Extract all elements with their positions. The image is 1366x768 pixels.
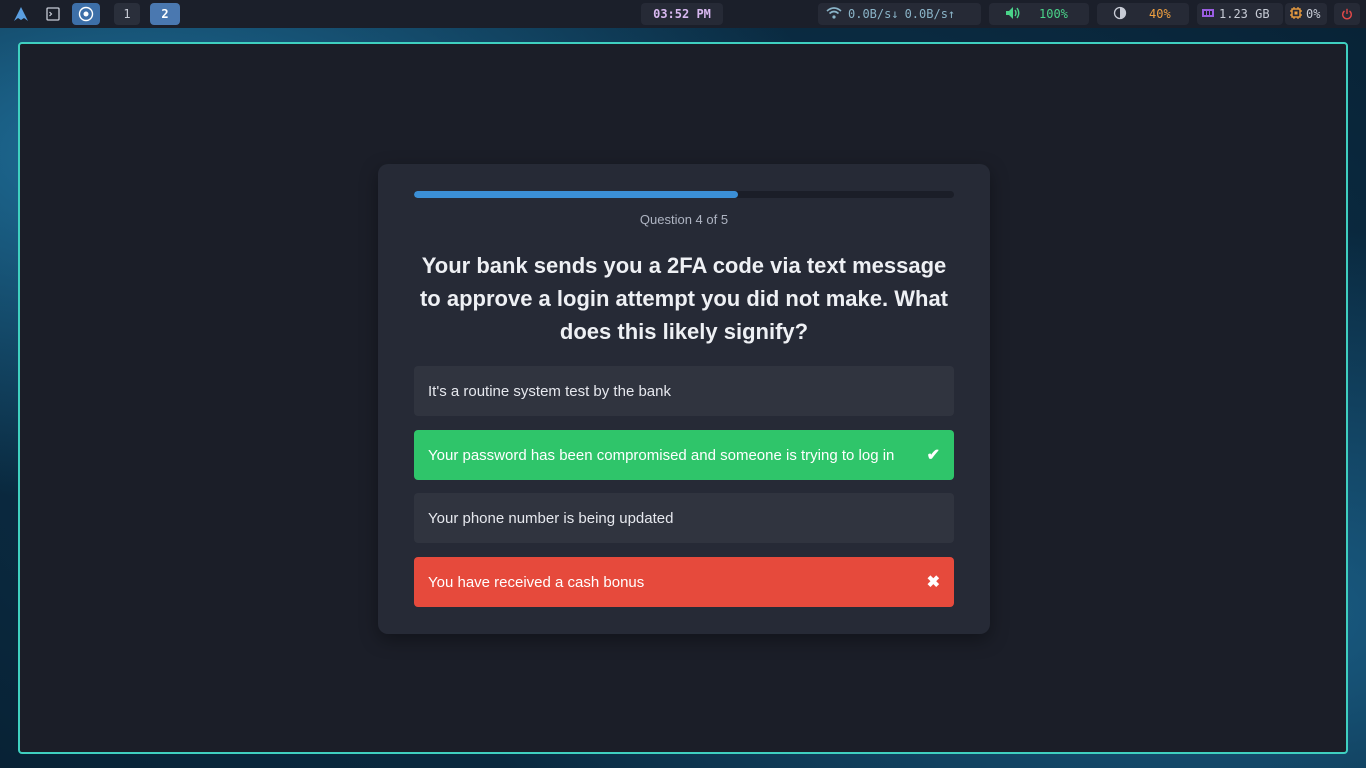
app-window: Question 4 of 5 Your bank sends you a 2F… (18, 42, 1348, 754)
volume-value: 100% (1039, 7, 1068, 21)
progress-bar (414, 191, 954, 198)
brightness-widget[interactable]: 40% (1097, 3, 1189, 25)
question-text: Your bank sends you a 2FA code via text … (419, 253, 949, 344)
network-widget[interactable]: 0.0B/s↓ 0.0B/s↑ (818, 3, 981, 25)
memory-value: 1.23 GB (1219, 7, 1270, 21)
answer-label: Your phone number is being updated (428, 509, 674, 527)
terminal-icon[interactable] (40, 3, 66, 25)
top-bar: 1 2 03:52 PM 0.0B/s↓ 0.0B/s↑ 100% 40% 1.… (0, 0, 1366, 28)
memory-icon (1201, 7, 1215, 22)
workspace-1[interactable]: 1 (114, 3, 140, 25)
memory-widget[interactable]: 1.23 GB (1197, 3, 1283, 25)
net-down: 0.0B/s↓ (848, 7, 899, 21)
brightness-value: 40% (1149, 7, 1171, 21)
cpu-widget[interactable]: 0% (1285, 3, 1327, 25)
app-icon[interactable] (72, 3, 100, 25)
power-icon[interactable] (1334, 3, 1360, 25)
volume-widget[interactable]: 100% (989, 3, 1089, 25)
cpu-icon (1289, 6, 1303, 23)
quiz-card: Question 4 of 5 Your bank sends you a 2F… (378, 164, 990, 634)
brightness-icon (1113, 6, 1127, 23)
answer-option-1[interactable]: It's a routine system test by the bank (414, 366, 954, 416)
close-icon: ✖ (926, 574, 940, 591)
answer-option-3[interactable]: Your phone number is being updated (414, 493, 954, 543)
cpu-value: 0% (1306, 7, 1321, 21)
speaker-icon (1005, 6, 1021, 23)
answer-option-2[interactable]: Your password has been compromised and s… (414, 430, 954, 480)
answer-label: It's a routine system test by the bank (428, 382, 671, 400)
net-up: 0.0B/s↑ (904, 7, 956, 21)
check-icon: ✔ (926, 447, 940, 464)
answer-label: You have received a cash bonus (428, 573, 645, 591)
question-counter: Question 4 of 5 (639, 212, 729, 227)
wifi-icon (826, 6, 842, 22)
workspace-2[interactable]: 2 (150, 3, 180, 25)
launcher-icon[interactable] (8, 3, 34, 25)
clock[interactable]: 03:52 PM (641, 3, 723, 25)
answer-label: Your password has been compromised and s… (428, 446, 895, 464)
progress-fill (414, 191, 738, 198)
answer-option-4[interactable]: You have received a cash bonus ✖ (414, 557, 954, 607)
